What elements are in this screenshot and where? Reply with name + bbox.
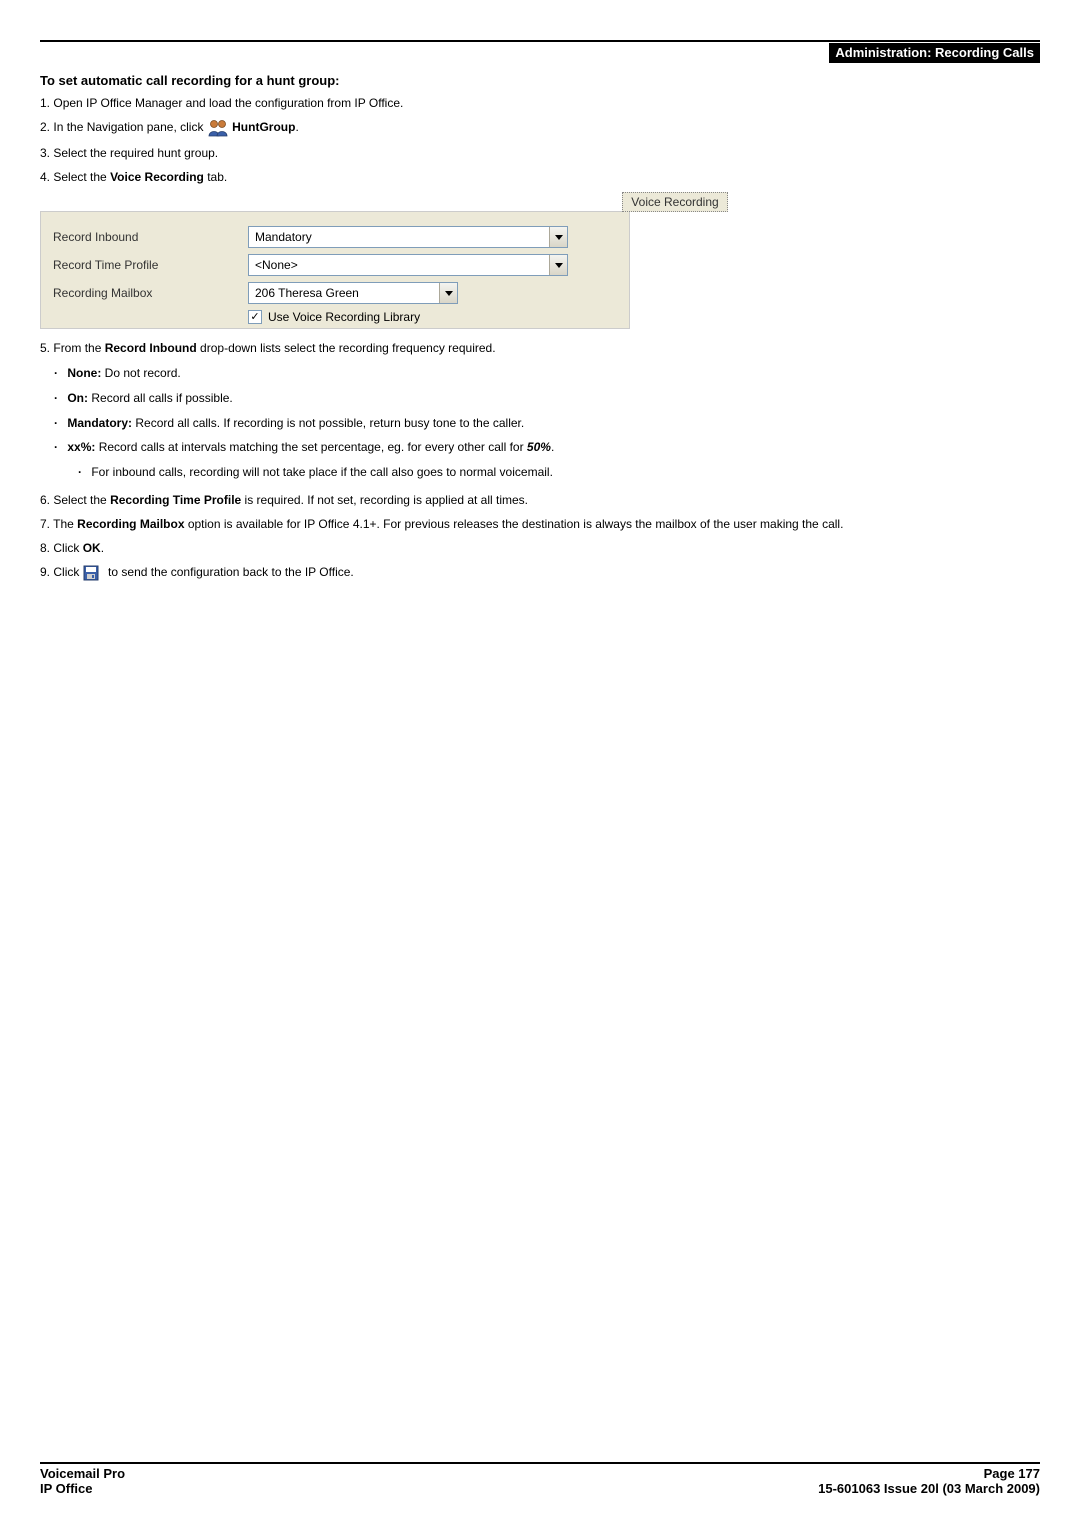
footer-platform: IP Office (40, 1481, 125, 1496)
label-record-inbound: Record Inbound (53, 230, 248, 244)
dropdown-record-time-profile[interactable]: <None> (248, 254, 568, 276)
bullet-xx-percent: xx%: Record calls at intervals matching … (68, 439, 1040, 481)
step-text: Select the required hunt group. (53, 146, 218, 160)
bullet-text: Record all calls if possible. (88, 391, 233, 405)
step-text: Open IP Office Manager and load the conf… (53, 96, 403, 110)
step-text-pre: In the Navigation pane, click (53, 120, 206, 134)
huntgroup-icon (207, 118, 229, 138)
step-text-post: tab. (204, 170, 227, 184)
sub-bullet-inbound-note: For inbound calls, recording will not ta… (92, 464, 1040, 481)
step-text-pre: Select the (53, 493, 110, 507)
bullet-none: None: Do not record. (68, 365, 1040, 382)
row-recording-mailbox: Recording Mailbox 206 Theresa Green (53, 282, 617, 304)
step-number: 2. (40, 120, 50, 134)
step-text-post: . (295, 120, 298, 134)
chevron-down-icon[interactable] (549, 227, 567, 247)
step-text-post: is required. If not set, recording is ap… (241, 493, 528, 507)
step-bold: Record Inbound (105, 341, 197, 355)
dropdown-recording-mailbox[interactable]: 206 Theresa Green (248, 282, 458, 304)
checkbox-label: Use Voice Recording Library (268, 310, 420, 324)
step-bold: Recording Mailbox (77, 517, 184, 531)
step-bold: Recording Time Profile (110, 493, 241, 507)
footer-page: Page 177 (818, 1466, 1040, 1481)
step-1: 1. Open IP Office Manager and load the c… (40, 94, 1040, 112)
row-record-inbound: Record Inbound Mandatory (53, 226, 617, 248)
chevron-down-icon[interactable] (439, 283, 457, 303)
step-text-pre: Select the (53, 170, 110, 184)
step-text-post: drop-down lists select the recording fre… (197, 341, 496, 355)
save-icon (83, 563, 105, 583)
checkbox-use-voice-recording-library[interactable]: ✓ (248, 310, 262, 324)
step-9: 9. Click to send the configuration back … (40, 563, 1040, 583)
step-bold: HuntGroup (232, 120, 295, 134)
step-number: 9. (40, 565, 50, 579)
step-5: 5. From the Record Inbound drop-down lis… (40, 339, 1040, 357)
bullet-post: . (551, 440, 554, 454)
step-text-pre: Click (53, 541, 82, 555)
step-text-pre: The (53, 517, 77, 531)
step-bold: OK (83, 541, 101, 555)
step-6: 6. Select the Recording Time Profile is … (40, 491, 1040, 509)
label-record-time-profile: Record Time Profile (53, 258, 248, 272)
dropdown-value: <None> (249, 258, 549, 272)
chevron-down-icon[interactable] (549, 255, 567, 275)
footer-issue: 15-601063 Issue 20l (03 March 2009) (818, 1481, 1040, 1496)
sub-bullet-list: For inbound calls, recording will not ta… (92, 464, 1040, 481)
row-record-time-profile: Record Time Profile <None> (53, 254, 617, 276)
step-number: 8. (40, 541, 50, 555)
bullet-bold: Mandatory: (67, 416, 132, 430)
bullet-bold: None: (67, 366, 101, 380)
bullet-on: On: Record all calls if possible. (68, 390, 1040, 407)
bullet-text: For inbound calls, recording will not ta… (91, 465, 553, 479)
step-bold: Voice Recording (110, 170, 204, 184)
step-text-post: option is available for IP Office 4.1+. … (185, 517, 844, 531)
procedure-title: To set automatic call recording for a hu… (40, 73, 1040, 88)
row-use-voice-recording-library: ✓ Use Voice Recording Library (248, 310, 617, 324)
dropdown-value: Mandatory (249, 230, 549, 244)
tab-voice-recording[interactable]: Voice Recording (622, 192, 727, 212)
bullet-text: Record all calls. If recording is not po… (132, 416, 524, 430)
bullet-mandatory: Mandatory: Record all calls. If recordin… (68, 415, 1040, 432)
page-footer: Voicemail Pro IP Office Page 177 15-6010… (40, 1462, 1040, 1496)
step-text-pre: Click (53, 565, 82, 579)
checkmark-icon: ✓ (250, 312, 259, 323)
step-number: 1. (40, 96, 50, 110)
bullet-italic: 50% (527, 440, 551, 454)
step-2: 2. In the Navigation pane, click HuntGro… (40, 118, 1040, 138)
step-8: 8. Click OK. (40, 539, 1040, 557)
voice-recording-panel: Voice Recording Record Inbound Mandatory… (40, 192, 1040, 329)
footer-product: Voicemail Pro (40, 1466, 125, 1481)
header-section-title: Administration: Recording Calls (829, 43, 1040, 63)
page-header: Administration: Recording Calls (40, 40, 1040, 63)
label-recording-mailbox: Recording Mailbox (53, 286, 248, 300)
bullet-bold: On: (67, 391, 88, 405)
step-4: 4. Select the Voice Recording tab. (40, 168, 1040, 186)
bullet-text: Do not record. (101, 366, 180, 380)
step-number: 6. (40, 493, 50, 507)
step-text-pre: From the (53, 341, 104, 355)
step-number: 4. (40, 170, 50, 184)
dropdown-value: 206 Theresa Green (249, 286, 439, 300)
step-text-post: . (101, 541, 104, 555)
frequency-options-list: None: Do not record. On: Record all call… (68, 365, 1040, 481)
bullet-text: Record calls at intervals matching the s… (95, 440, 527, 454)
step-number: 7. (40, 517, 50, 531)
step-text-post: to send the configuration back to the IP… (108, 565, 354, 579)
bullet-bold: xx%: (67, 440, 95, 454)
step-number: 5. (40, 341, 50, 355)
dropdown-record-inbound[interactable]: Mandatory (248, 226, 568, 248)
step-3: 3. Select the required hunt group. (40, 144, 1040, 162)
step-7: 7. The Recording Mailbox option is avail… (40, 515, 1040, 533)
step-number: 3. (40, 146, 50, 160)
